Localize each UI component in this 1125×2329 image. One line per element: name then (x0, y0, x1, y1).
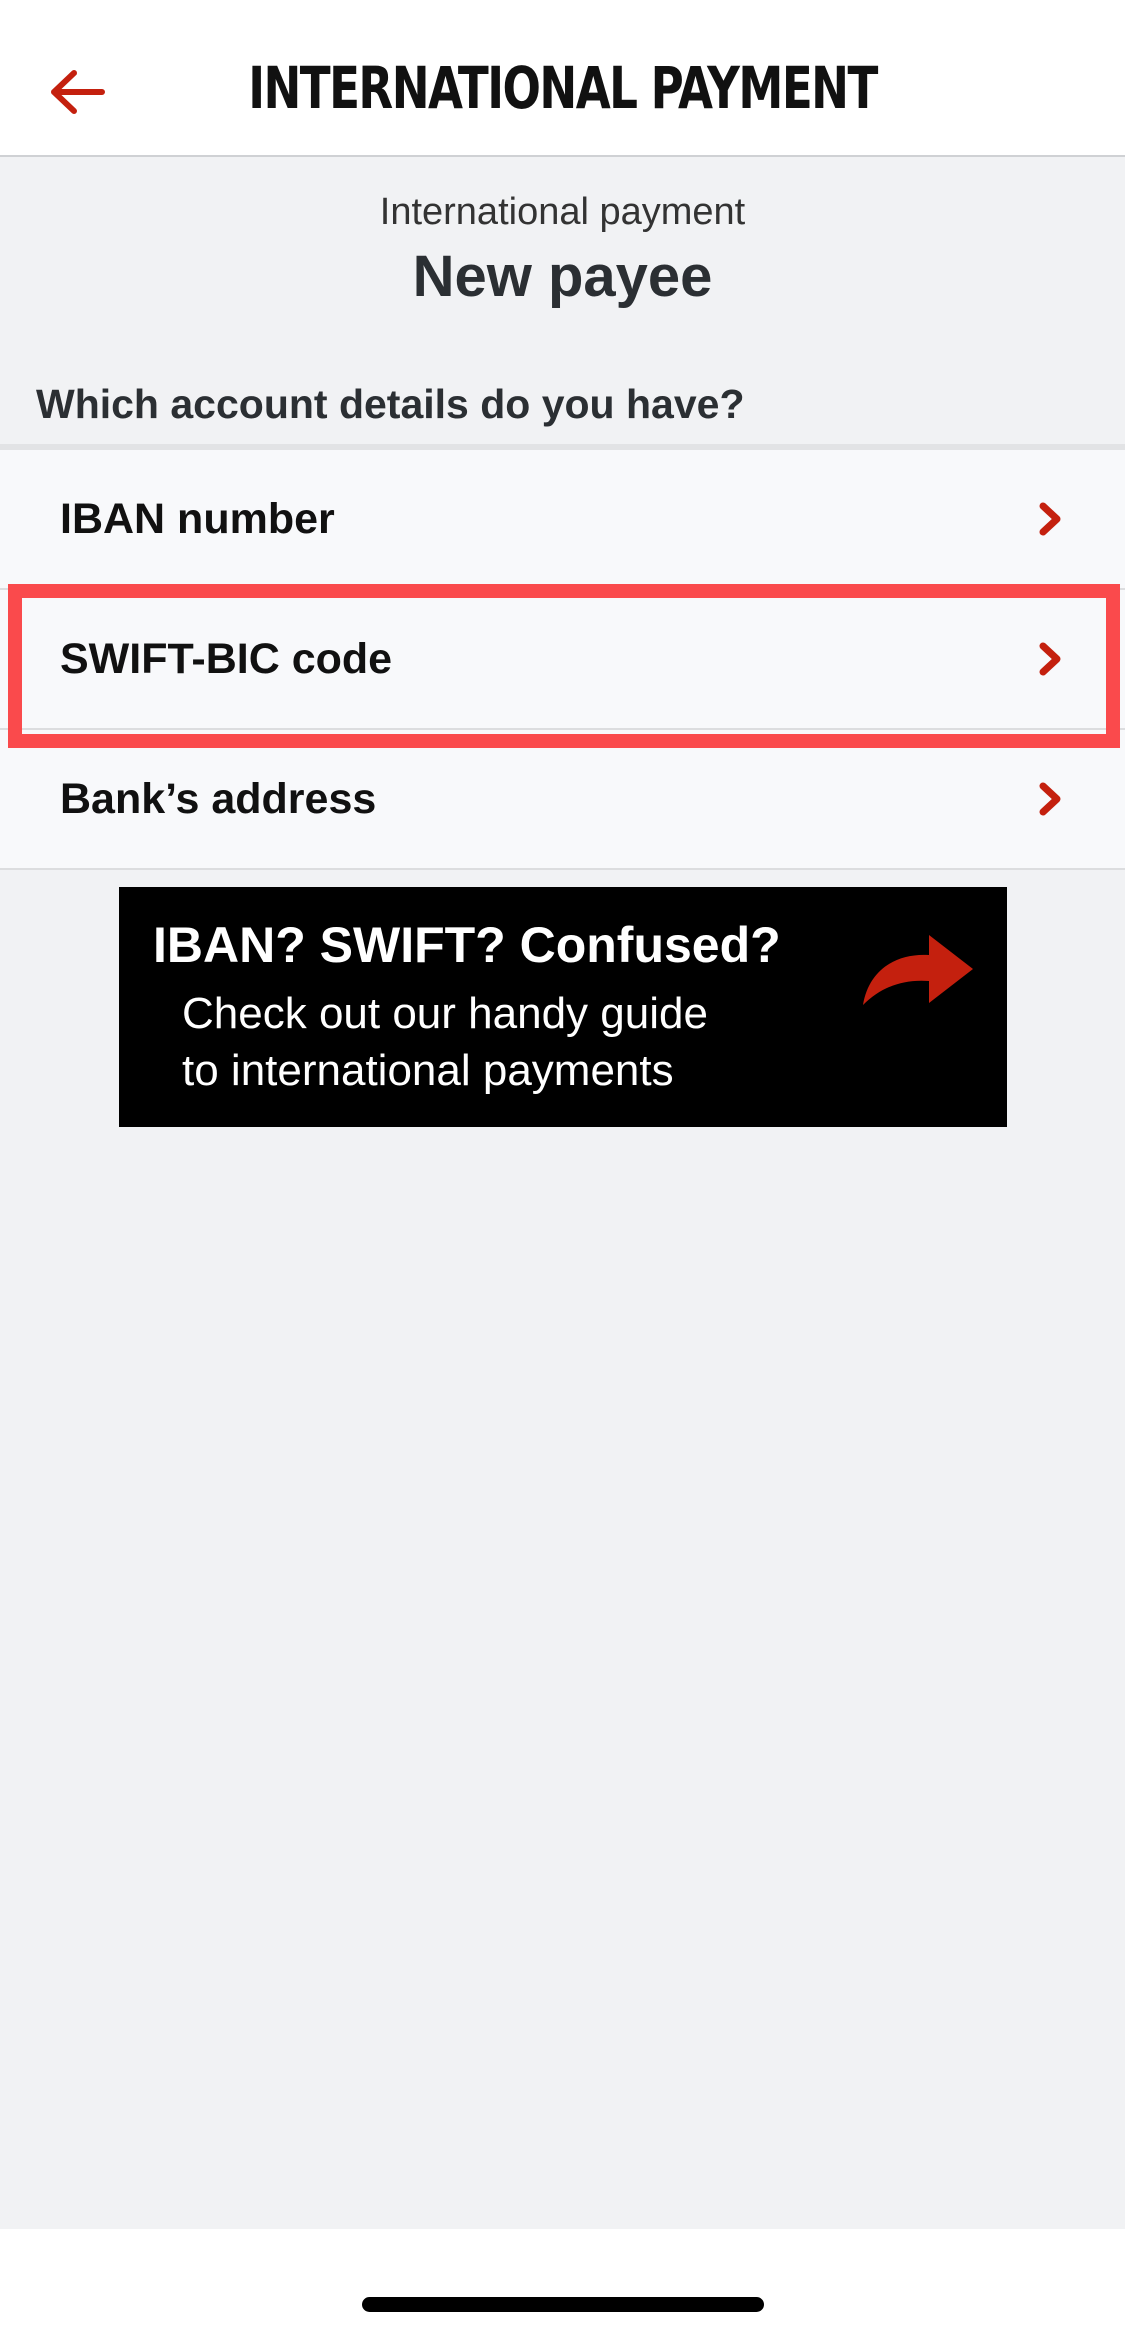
banner-line-2: to international payments (182, 1046, 674, 1095)
banner-line-1: Check out our handy guide (182, 989, 708, 1038)
option-label: Bank’s address (60, 775, 377, 823)
option-iban-number[interactable]: IBAN number (0, 450, 1125, 590)
subheader: International payment New payee (0, 188, 1125, 312)
option-banks-address[interactable]: Bank’s address (0, 730, 1125, 870)
chevron-right-icon (1039, 782, 1061, 816)
chevron-right-icon (1039, 642, 1061, 676)
screen: INTERNATIONAL PAYMENT International paym… (0, 0, 1125, 2329)
banner-headline: IBAN? SWIFT? Confused? (153, 917, 781, 973)
subheader-caption: International payment (379, 191, 746, 233)
guide-banner[interactable]: IBAN? SWIFT? Confused? Check out our han… (119, 887, 1007, 1127)
chevron-right-icon (1039, 502, 1061, 536)
option-label: IBAN number (60, 495, 335, 543)
banner-body: Check out our handy guide to internation… (182, 985, 822, 1099)
curved-arrow-icon (863, 935, 973, 1005)
back-button[interactable] (38, 52, 118, 132)
bottom-safe-area (0, 2229, 1125, 2329)
home-indicator[interactable] (362, 2297, 764, 2312)
page-title: INTERNATIONAL PAYMENT (248, 54, 878, 122)
option-swift-bic-code[interactable]: SWIFT-BIC code (0, 590, 1125, 730)
account-detail-options: IBAN number SWIFT-BIC code Bank’s addres… (0, 444, 1125, 870)
arrow-left-icon (51, 70, 105, 114)
header-bar: INTERNATIONAL PAYMENT (0, 0, 1125, 157)
section-question: Which account details do you have? (36, 381, 745, 427)
subheader-heading: New payee (412, 244, 713, 309)
option-label: SWIFT-BIC code (60, 635, 393, 683)
